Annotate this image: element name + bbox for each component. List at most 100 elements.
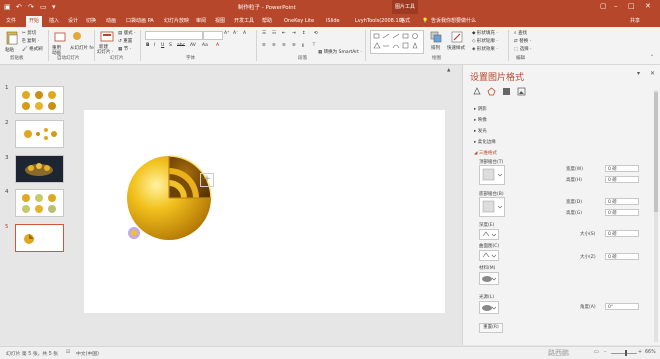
- tab-review[interactable]: 审阅: [196, 16, 206, 27]
- replace-button[interactable]: ⇄ 替换 ·: [514, 38, 531, 44]
- tab-slideshow[interactable]: 幻灯片放映: [164, 16, 189, 27]
- line-spacing-icon[interactable]: ↕: [302, 31, 306, 36]
- section-soft-edges[interactable]: ▸ 柔化边缘: [474, 139, 496, 145]
- section-glow[interactable]: ▸ 发光: [474, 128, 487, 134]
- section-3d-format[interactable]: ◢ 三维格式: [474, 150, 497, 156]
- ribbon-options-icon[interactable]: ▢: [600, 2, 607, 10]
- bold-icon[interactable]: B: [146, 43, 149, 48]
- tab-pocket-animation[interactable]: 口袋动画 PA: [126, 16, 154, 27]
- save-icon[interactable]: ▣: [4, 3, 11, 11]
- reset-button[interactable]: ↺ 重置: [118, 38, 132, 44]
- tab-insert[interactable]: 插入: [49, 16, 59, 27]
- tell-me-search[interactable]: 告诉我你想要做什么: [431, 16, 476, 27]
- pane-close-icon[interactable]: ✕: [650, 70, 655, 77]
- tab-help[interactable]: 帮助: [262, 16, 272, 27]
- select-button[interactable]: ⬚ 选择 ·: [514, 46, 532, 52]
- paste-label[interactable]: 粘贴: [5, 47, 14, 53]
- zoom-in-icon[interactable]: +: [638, 350, 642, 355]
- bullets-icon[interactable]: ☰: [262, 31, 266, 36]
- depth-color-dropdown[interactable]: [479, 229, 499, 240]
- slide-thumbnail-2[interactable]: [15, 120, 64, 148]
- font-color-icon[interactable]: A: [216, 43, 219, 48]
- decrease-indent-icon[interactable]: ⇤: [282, 31, 286, 36]
- find-button[interactable]: ⌕ 查找: [514, 30, 527, 36]
- zoom-out-icon[interactable]: –: [604, 350, 606, 355]
- quick-styles-label[interactable]: 快速样式: [447, 45, 465, 51]
- cut-button[interactable]: ✂ 剪切: [22, 30, 36, 36]
- pane-options-icon[interactable]: ▾: [637, 70, 640, 77]
- tab-view[interactable]: 视图: [215, 16, 225, 27]
- section-button[interactable]: ▦ 节 ·: [118, 46, 131, 52]
- shape-fill-button[interactable]: ◆ 形状填充 ·: [472, 30, 498, 36]
- convert-smartart-button[interactable]: ▦ 转换为 SmartArt ·: [318, 49, 362, 55]
- zoom-slider[interactable]: [611, 353, 637, 354]
- tab-file[interactable]: 文件: [6, 16, 16, 27]
- redo-icon[interactable]: ↷: [28, 3, 34, 11]
- slide-thumbnail-4[interactable]: [15, 189, 64, 217]
- zoom-level[interactable]: 66%: [645, 350, 656, 355]
- tab-onekey[interactable]: OneKey Lite: [284, 16, 314, 27]
- format-painter-button[interactable]: 🖌 格式刷: [22, 46, 43, 52]
- top-height-input[interactable]: 0 磅: [605, 176, 639, 183]
- slide-canvas[interactable]: +: [84, 110, 445, 313]
- tab-home[interactable]: 开始: [26, 16, 43, 27]
- lighting-dropdown[interactable]: [479, 301, 499, 314]
- font-size-input[interactable]: [203, 31, 223, 40]
- tab-lvyhtools[interactable]: LvyhTools(2008.10): [355, 16, 404, 27]
- tab-animations[interactable]: 动画: [106, 16, 116, 27]
- slide-thumbnail-3[interactable]: [15, 155, 64, 183]
- slide-thumbnail-5[interactable]: [15, 224, 64, 252]
- strikethrough-icon[interactable]: abc: [177, 43, 185, 48]
- columns-icon[interactable]: ⫴: [302, 43, 304, 49]
- align-center-icon[interactable]: ≡: [272, 43, 276, 48]
- spell-check-icon[interactable]: ☑: [66, 350, 70, 355]
- cutaway-sphere-image[interactable]: [84, 110, 445, 313]
- change-case-icon[interactable]: Aa: [202, 43, 208, 48]
- shadow-text-icon[interactable]: S: [169, 43, 172, 48]
- grow-font-icon[interactable]: A⁺: [224, 31, 229, 36]
- undo-icon[interactable]: ↶: [16, 3, 22, 11]
- normal-view-icon[interactable]: ▭: [594, 350, 599, 355]
- tab-transitions[interactable]: 切换: [86, 16, 96, 27]
- increase-indent-icon[interactable]: ⇥: [292, 31, 296, 36]
- new-slide-icon[interactable]: [100, 31, 114, 43]
- align-right-icon[interactable]: ≡: [282, 43, 286, 48]
- tab-islide[interactable]: iSlide: [326, 16, 340, 27]
- clear-format-icon[interactable]: A: [243, 31, 246, 36]
- shape-effects-button[interactable]: ◈ 形状效果 ·: [472, 46, 498, 52]
- close-icon[interactable]: ✕: [645, 2, 651, 10]
- align-text-icon[interactable]: ⊤: [312, 43, 316, 48]
- collapse-ribbon-icon[interactable]: ⌃: [650, 55, 654, 60]
- present-icon[interactable]: ▭: [40, 3, 47, 11]
- shape-outline-button[interactable]: ◇ 形状轮廓 ·: [472, 38, 498, 44]
- picture-icon[interactable]: [517, 87, 526, 96]
- italic-icon[interactable]: I: [154, 43, 155, 48]
- top-bevel-dropdown[interactable]: [479, 165, 505, 185]
- underline-icon[interactable]: U: [161, 43, 164, 48]
- bottom-height-input[interactable]: 0 磅: [605, 209, 639, 216]
- shapes-gallery[interactable]: [370, 30, 424, 54]
- angle-input[interactable]: 0°: [605, 303, 639, 310]
- tab-format[interactable]: 格式: [400, 16, 410, 27]
- shrink-font-icon[interactable]: A⁻: [233, 31, 238, 36]
- section-shadow[interactable]: ▸ 阴影: [474, 106, 487, 112]
- maximize-icon[interactable]: □: [628, 2, 635, 10]
- tell-me-icon[interactable]: 💡: [422, 16, 428, 27]
- size-properties-icon[interactable]: [502, 87, 511, 96]
- copy-button[interactable]: ⎘ 复制 ·: [22, 38, 39, 44]
- top-width-input[interactable]: 0 磅: [605, 165, 639, 172]
- reuse-slides-icon[interactable]: [54, 31, 66, 43]
- from-slides-label[interactable]: 从幻灯片 fe: [70, 45, 94, 51]
- canvas-scroll-up-icon[interactable]: ▲: [447, 68, 450, 73]
- depth-size-input[interactable]: 0 磅: [605, 230, 639, 237]
- align-left-icon[interactable]: ≡: [262, 43, 266, 48]
- bottom-width-input[interactable]: 0 磅: [605, 198, 639, 205]
- arrange-icon[interactable]: [430, 31, 442, 43]
- layout-button[interactable]: ▤ 版式 ·: [118, 30, 136, 36]
- language-status[interactable]: 中文(中国): [76, 350, 99, 357]
- contour-size-input[interactable]: 0 磅: [605, 253, 639, 260]
- tab-design[interactable]: 设计: [68, 16, 78, 27]
- font-name-input[interactable]: [145, 31, 203, 40]
- zoom-slider-thumb[interactable]: [625, 350, 627, 356]
- justify-icon[interactable]: ≡: [292, 43, 296, 48]
